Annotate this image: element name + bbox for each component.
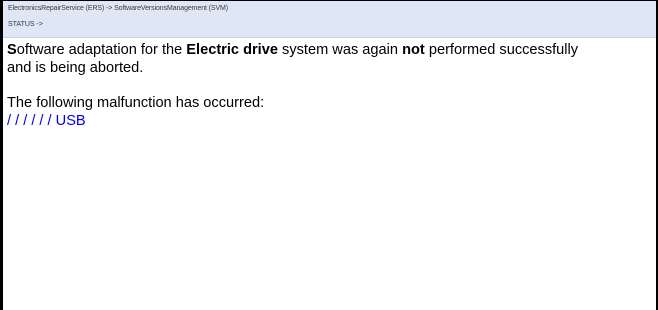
message-line-2: and is being aborted. [7,60,144,76]
emphasis-not: not [402,42,425,58]
initial-letter: S [7,42,17,58]
svm-status-window: ElectronicsRepairService (ERS) -> Softwa… [0,0,658,310]
text-fragment: oftware adaptation for the [16,42,187,58]
text-fragment: performed successfully [424,42,579,58]
status-label: STATUS -> [8,21,43,28]
message-body: Software adaptation for the Electric dri… [7,41,653,130]
text-fragment: system was again [277,42,403,58]
malfunction-heading: The following malfunction has occurred: [7,95,265,111]
system-name: Electric drive [186,42,278,58]
malfunction-code-link[interactable]: / / / / / / USB [7,112,653,130]
message-line-1: Software adaptation for the Electric dri… [7,41,653,59]
breadcrumb: ElectronicsRepairService (ERS) -> Softwa… [8,5,229,12]
header-bar: ElectronicsRepairService (ERS) -> Softwa… [3,1,656,38]
